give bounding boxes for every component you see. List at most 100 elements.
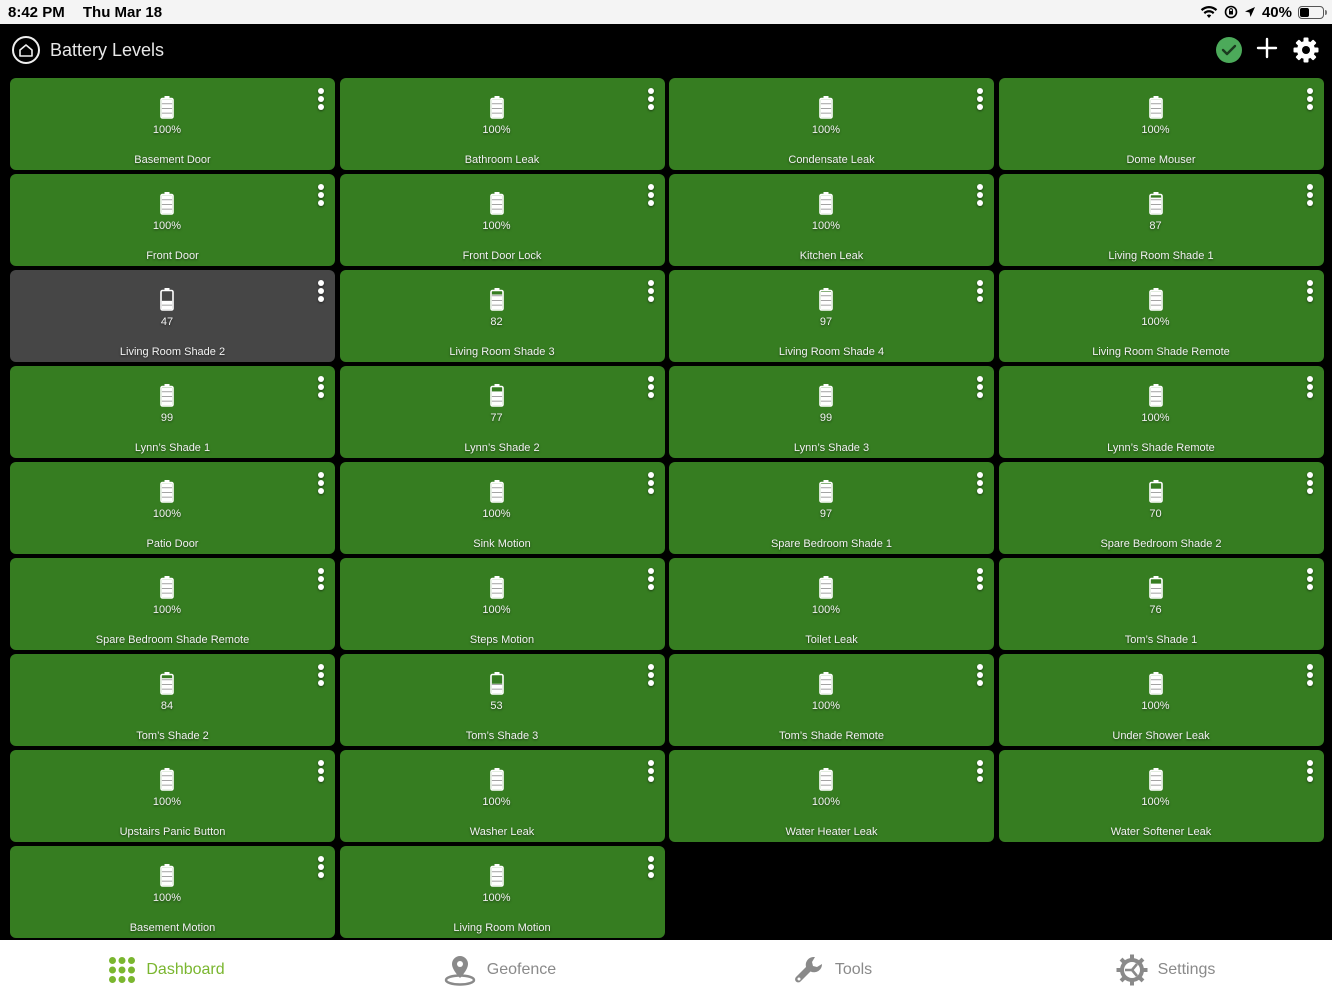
more-options-icon[interactable]: [647, 568, 655, 590]
battery-icon: [1148, 384, 1163, 407]
battery-tile[interactable]: 100% Upstairs Panic Button: [10, 750, 335, 842]
more-options-icon[interactable]: [317, 856, 325, 878]
battery-icon: [1148, 576, 1163, 599]
battery-tile[interactable]: 100% Front Door Lock: [339, 174, 665, 266]
more-options-icon[interactable]: [317, 280, 325, 302]
battery-tile[interactable]: 70 Spare Bedroom Shade 2: [998, 462, 1324, 554]
battery-tile[interactable]: 99 Lynn’s Shade 3: [669, 366, 994, 458]
device-name: Front Door Lock: [462, 250, 542, 262]
battery-tile[interactable]: 100% Dome Mouser: [998, 78, 1324, 170]
more-options-icon[interactable]: [1306, 760, 1314, 782]
battery-tile[interactable]: 100% Front Door: [10, 174, 335, 266]
battery-tile[interactable]: 87 Living Room Shade 1: [998, 174, 1324, 266]
more-options-icon[interactable]: [976, 376, 984, 398]
battery-value: 100%: [152, 220, 182, 232]
battery-tile[interactable]: 100% Basement Door: [10, 78, 335, 170]
battery-tile[interactable]: 100% Basement Motion: [10, 846, 335, 938]
battery-value: 76: [1149, 604, 1162, 616]
battery-tile[interactable]: 82 Living Room Shade 3: [339, 270, 665, 362]
battery-tile[interactable]: 100% Sink Motion: [339, 462, 665, 554]
more-options-icon[interactable]: [1306, 376, 1314, 398]
battery-fill: [1150, 488, 1161, 502]
more-options-icon[interactable]: [647, 88, 655, 110]
gear-icon[interactable]: [1292, 36, 1320, 64]
more-options-icon[interactable]: [1306, 568, 1314, 590]
more-options-icon[interactable]: [317, 376, 325, 398]
more-options-icon[interactable]: [976, 760, 984, 782]
device-name: Living Room Motion: [453, 922, 551, 934]
grid-dots-icon: [109, 957, 136, 983]
battery-tile[interactable]: 100% Steps Motion: [339, 558, 665, 650]
more-options-icon[interactable]: [1306, 280, 1314, 302]
more-options-icon[interactable]: [317, 472, 325, 494]
tab-label: Dashboard: [146, 961, 225, 978]
battery-value: 100%: [482, 604, 511, 616]
battery-tile[interactable]: 53 Tom’s Shade 3: [339, 654, 665, 746]
more-options-icon[interactable]: [647, 856, 655, 878]
more-options-icon[interactable]: [647, 376, 655, 398]
battery-tile[interactable]: 47 Living Room Shade 2: [10, 270, 335, 362]
battery-icon: [819, 288, 833, 311]
plus-icon[interactable]: [1254, 37, 1280, 63]
more-options-icon[interactable]: [647, 664, 655, 686]
orientation-lock-icon: [1224, 5, 1238, 19]
settings-gear-icon: [1116, 954, 1148, 986]
home-icon[interactable]: [12, 36, 40, 64]
battery-value: 100%: [1141, 316, 1170, 328]
device-name: Washer Leak: [469, 826, 535, 838]
more-options-icon[interactable]: [976, 280, 984, 302]
battery-tile[interactable]: 100% Tom’s Shade Remote: [669, 654, 994, 746]
battery-tile[interactable]: 99 Lynn’s Shade 1: [10, 366, 335, 458]
battery-tile[interactable]: 100% Under Shower Leak: [998, 654, 1324, 746]
battery-tile[interactable]: 100% Washer Leak: [339, 750, 665, 842]
battery-tile[interactable]: 76 Tom’s Shade 1: [998, 558, 1324, 650]
battery-tile[interactable]: 100% Spare Bedroom Shade Remote: [10, 558, 335, 650]
battery-tile[interactable]: 100% Kitchen Leak: [669, 174, 994, 266]
tab-geofence[interactable]: Geofence: [333, 940, 666, 1000]
battery-tile[interactable]: 97 Spare Bedroom Shade 1: [669, 462, 994, 554]
battery-tile[interactable]: 100% Bathroom Leak: [339, 78, 665, 170]
more-options-icon[interactable]: [317, 568, 325, 590]
more-options-icon[interactable]: [976, 664, 984, 686]
battery-icon: [489, 768, 504, 791]
battery-tile[interactable]: 97 Living Room Shade 4: [669, 270, 994, 362]
status-battery-percent: 40%: [1261, 3, 1292, 21]
battery-icon: [819, 192, 833, 215]
tab-dashboard[interactable]: Dashboard: [0, 940, 333, 1000]
more-options-icon[interactable]: [1306, 664, 1314, 686]
device-name: Bathroom Leak: [464, 154, 540, 166]
more-options-icon[interactable]: [647, 760, 655, 782]
tab-label: Settings: [1157, 961, 1216, 978]
more-options-icon[interactable]: [317, 88, 325, 110]
battery-tile[interactable]: 100% Water Heater Leak: [669, 750, 994, 842]
more-options-icon[interactable]: [1306, 184, 1314, 206]
battery-tile[interactable]: 100% Living Room Motion: [339, 846, 665, 938]
more-options-icon[interactable]: [976, 472, 984, 494]
battery-tile[interactable]: 84 Tom’s Shade 2: [10, 654, 335, 746]
battery-icon: [819, 384, 833, 407]
battery-tile[interactable]: 100% Condensate Leak: [669, 78, 994, 170]
check-circle-icon[interactable]: [1216, 37, 1242, 63]
more-options-icon[interactable]: [647, 472, 655, 494]
more-options-icon[interactable]: [976, 88, 984, 110]
more-options-icon[interactable]: [976, 568, 984, 590]
tab-settings[interactable]: Settings: [999, 940, 1332, 1000]
device-name: Spare Bedroom Shade 2: [1100, 538, 1222, 550]
battery-tile[interactable]: 100% Living Room Shade Remote: [998, 270, 1324, 362]
more-options-icon[interactable]: [317, 760, 325, 782]
battery-tile[interactable]: 100% Water Softener Leak: [998, 750, 1324, 842]
battery-tile[interactable]: 77 Lynn’s Shade 2: [339, 366, 665, 458]
more-options-icon[interactable]: [1306, 88, 1314, 110]
battery-icon: [160, 480, 174, 503]
more-options-icon[interactable]: [647, 184, 655, 206]
battery-tile[interactable]: 100% Patio Door: [10, 462, 335, 554]
battery-tile[interactable]: 100% Lynn’s Shade Remote: [998, 366, 1324, 458]
device-name: Water Heater Leak: [785, 826, 878, 838]
tab-tools[interactable]: Tools: [666, 940, 999, 1000]
more-options-icon[interactable]: [1306, 472, 1314, 494]
more-options-icon[interactable]: [976, 184, 984, 206]
more-options-icon[interactable]: [317, 664, 325, 686]
more-options-icon[interactable]: [317, 184, 325, 206]
battery-tile[interactable]: 100% Toilet Leak: [669, 558, 994, 650]
more-options-icon[interactable]: [647, 280, 655, 302]
